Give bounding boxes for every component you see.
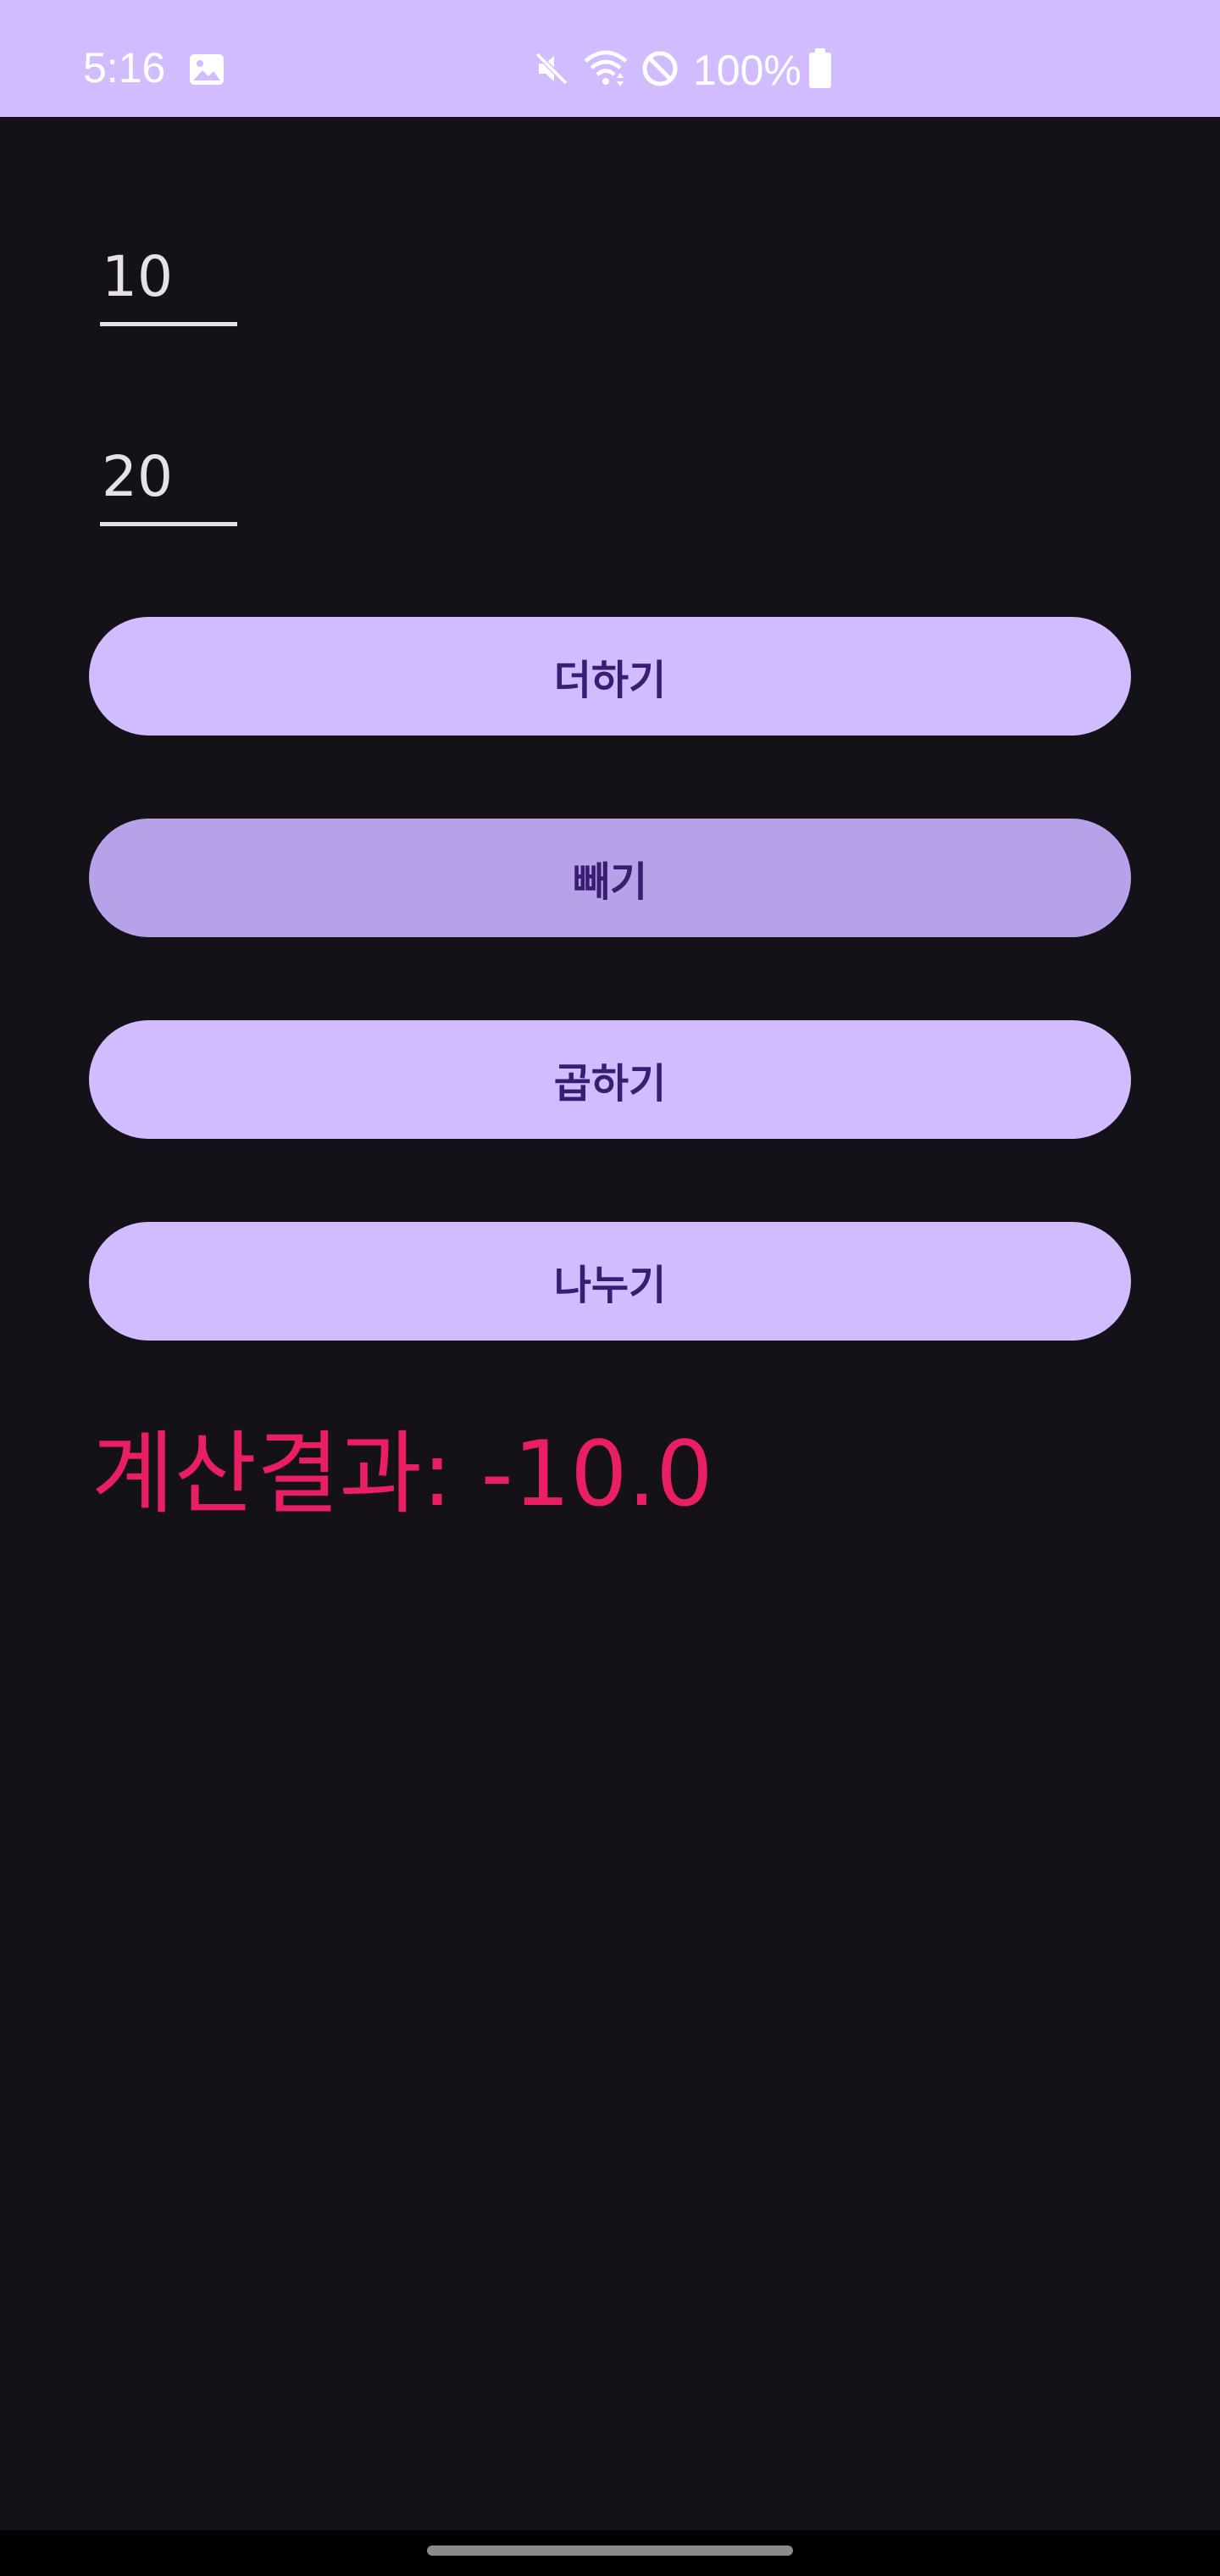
status-icons: 100%: [532, 44, 832, 97]
second-number-field[interactable]: [100, 439, 237, 526]
mute-icon: [532, 49, 571, 92]
navigation-bar: [0, 2530, 1220, 2576]
gallery-icon: [188, 53, 225, 86]
status-bar: 5:16 100%: [0, 0, 1220, 117]
add-button[interactable]: 더하기: [89, 617, 1131, 736]
subtract-button[interactable]: 빼기: [89, 819, 1131, 937]
home-gesture-handle[interactable]: [427, 2545, 793, 2556]
wifi-icon: [583, 49, 629, 92]
first-number-input[interactable]: [100, 239, 237, 322]
do-not-disturb-icon: [640, 49, 679, 92]
first-number-field[interactable]: [100, 239, 237, 326]
battery-icon: [808, 47, 832, 93]
multiply-button[interactable]: 곱하기: [89, 1020, 1131, 1139]
second-number-input[interactable]: [100, 439, 237, 522]
divide-button[interactable]: 나누기: [89, 1222, 1131, 1341]
battery-percent: 100%: [693, 47, 801, 94]
status-time: 5:16: [83, 44, 166, 92]
result-text: 계산결과: -10.0: [92, 1422, 713, 1526]
